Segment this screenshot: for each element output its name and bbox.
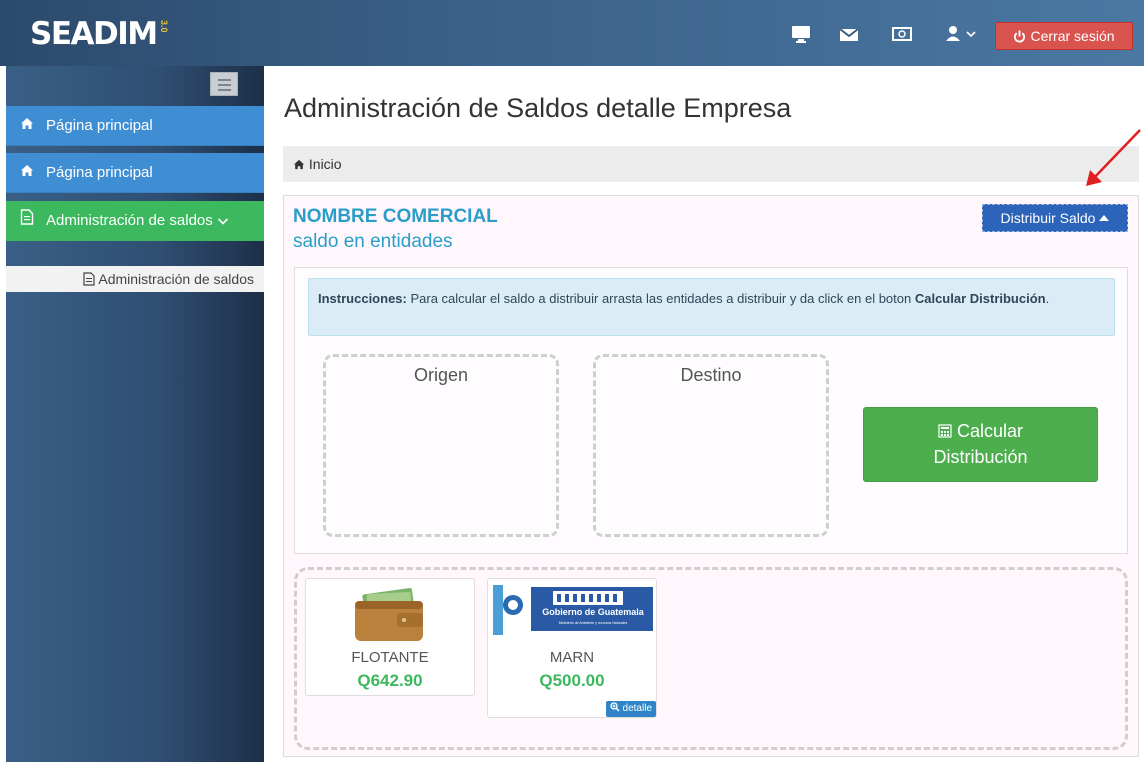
entity-card-marn[interactable]: Gobierno de Guatemala Ministerio de Ambi… [487, 578, 657, 718]
sidebar-item-home[interactable]: Página principal [6, 106, 264, 146]
chevron-down-icon [217, 212, 229, 229]
distribute-balance-button[interactable]: Distribuir Saldo [982, 204, 1128, 232]
company-panel: NOMBRE COMERCIAL saldo en entidades Dist… [283, 195, 1139, 757]
brand-version: 3.0 [159, 20, 169, 33]
entity-amount: Q642.90 [357, 671, 423, 690]
top-navbar: SEADIM 3.0 Cerrar sesión [0, 0, 1144, 66]
power-icon [1013, 23, 1026, 49]
page-title: Administración de Saldos detalle Empresa [284, 93, 792, 123]
logout-button[interactable]: Cerrar sesión [995, 22, 1133, 50]
caret-up-icon [1099, 215, 1110, 221]
origin-dropzone[interactable]: Origen [323, 354, 559, 537]
detail-label: detalle [622, 703, 652, 714]
logo-subtext: Ministerio de Ambiente y recursos Natura… [558, 621, 628, 625]
zoom-in-icon [610, 702, 623, 714]
destination-dropzone[interactable]: Destino [593, 354, 829, 537]
document-icon [20, 201, 40, 241]
home-icon [20, 153, 40, 193]
document-icon [83, 271, 98, 287]
app-root: SEADIM 3.0 Cerrar sesión Página principa… [0, 0, 1144, 762]
sidebar-toggle-button[interactable] [210, 72, 238, 96]
home-icon [20, 106, 40, 146]
calculate-label-2: Distribución [933, 447, 1028, 467]
instructions-alert: Instrucciones: Para calcular el saldo a … [308, 278, 1115, 336]
sidebar-item-home-2[interactable]: Página principal [6, 153, 264, 193]
sidebar-item-label: Administración de saldos [46, 212, 213, 229]
instructions-strong: Calcular Distribución [914, 291, 1046, 306]
calculate-label-1: Calcular [956, 421, 1024, 441]
distribute-balance-label: Distribuir Saldo [1000, 210, 1096, 226]
logo-text: Gobierno de Guatemala [542, 607, 644, 617]
sidebar-item-label: Página principal [46, 164, 153, 181]
detail-button[interactable]: detalle [605, 701, 656, 717]
sidebar-item-balances[interactable]: Administración de saldos [6, 201, 264, 241]
origin-label: Origen [413, 365, 469, 385]
instructions-label: Instrucciones: [318, 291, 407, 306]
panel-subtitle: saldo en entidades [293, 231, 453, 252]
money-icon[interactable] [891, 24, 913, 44]
entity-amount: Q500.00 [539, 671, 605, 690]
instructions-text: Para calcular el saldo a distribuir arra… [406, 291, 915, 306]
entities-pool-dropzone[interactable]: FLOTANTE Q642.90 Gobierno de Guatemala M… [294, 567, 1128, 750]
sidebar-subitem-balances[interactable]: Administración de saldos [6, 266, 264, 292]
sidebar-item-label: Página principal [46, 117, 153, 134]
entity-card-flotante[interactable]: FLOTANTE Q642.90 [305, 578, 475, 696]
envelope-icon[interactable] [838, 24, 860, 44]
calculate-distribution-button[interactable]: Calcular Distribución [863, 407, 1098, 482]
destination-label: Destino [680, 365, 742, 385]
entity-name: MARN [549, 649, 595, 666]
breadcrumb: Inicio [283, 146, 1139, 182]
monitor-icon[interactable] [790, 24, 812, 44]
gobierno-guatemala-logo: Gobierno de Guatemala Ministerio de Ambi… [493, 585, 653, 635]
sidebar-subitem-label: Administración de saldos [98, 271, 254, 287]
home-icon [293, 156, 309, 172]
brand-logo[interactable]: SEADIM [30, 16, 158, 52]
company-name: NOMBRE COMERCIAL [293, 206, 498, 227]
user-icon[interactable] [944, 24, 980, 44]
distribution-panel: Instrucciones: Para calcular el saldo a … [294, 267, 1128, 554]
sidebar: Página principal Página principal Admini… [6, 66, 264, 762]
breadcrumb-home-link[interactable]: Inicio [309, 156, 342, 172]
logout-label: Cerrar sesión [1030, 28, 1115, 44]
instructions-end: . [1045, 291, 1050, 306]
annotation-arrow-icon [1086, 129, 1141, 186]
entity-name: FLOTANTE [351, 649, 429, 666]
calculator-icon [938, 421, 957, 441]
wallet-icon [349, 587, 429, 643]
